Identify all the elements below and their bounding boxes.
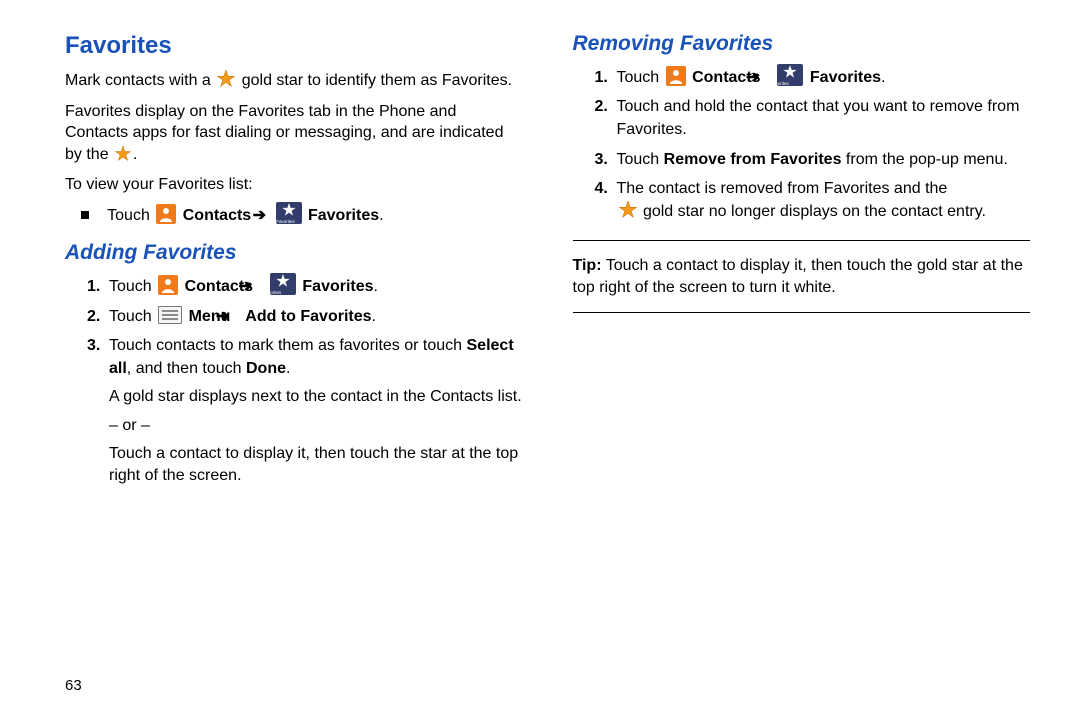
text: Touch xyxy=(617,69,664,86)
text: . xyxy=(372,308,376,325)
result-text: A gold star displays next to the contact… xyxy=(65,386,523,408)
favorites-tab-icon: Favorites xyxy=(777,64,803,86)
contacts-label: Contacts xyxy=(183,207,251,224)
horizontal-rule xyxy=(573,312,1031,313)
list-item: 1.Touch Contacts ➔ Favorites Favorites. xyxy=(87,273,523,298)
text: . xyxy=(133,146,137,163)
heading-removing-favorites: Removing Favorites xyxy=(573,32,1031,56)
intro-paragraph-2: Favorites display on the Favorites tab i… xyxy=(65,101,523,169)
step-number: 1. xyxy=(595,66,617,89)
tip-text: Touch a contact to display it, then touc… xyxy=(573,257,1023,296)
list-item: 3.Touch Remove from Favorites from the p… xyxy=(595,148,1031,171)
page-number: 63 xyxy=(65,677,82,694)
or-divider: – or – xyxy=(65,415,523,437)
text: Favorites xyxy=(270,290,296,295)
step-number: 2. xyxy=(87,305,109,328)
text: The contact is removed from Favorites an… xyxy=(617,180,948,197)
text: . xyxy=(374,278,378,295)
text: Mark contacts with a xyxy=(65,72,215,89)
removing-steps-list: 1.Touch Contacts ➔ Favorites Favorites. … xyxy=(573,64,1031,226)
step-number: 1. xyxy=(87,275,109,298)
arrow-icon: ➔ xyxy=(259,205,266,227)
add-to-favorites-label: Add to Favorites xyxy=(245,308,371,325)
contacts-icon xyxy=(158,275,178,295)
square-bullet-icon xyxy=(81,211,89,219)
favorites-label: Favorites xyxy=(302,278,373,295)
gold-star-icon xyxy=(115,146,131,169)
text: from the pop-up menu. xyxy=(841,151,1007,168)
step-number: 2. xyxy=(595,95,617,118)
text: . xyxy=(286,360,290,377)
gold-star-icon xyxy=(217,70,235,95)
favorites-label: Favorites xyxy=(810,69,881,86)
text: Touch xyxy=(109,278,156,295)
tip-label: Tip: xyxy=(573,257,602,274)
text: Touch xyxy=(107,207,154,224)
favorites-tab-icon: Favorites xyxy=(276,202,302,224)
intro-paragraph-3: To view your Favorites list: xyxy=(65,174,523,196)
menu-icon xyxy=(158,306,182,324)
view-favorites-bullet: Touch Contacts ➔ Favorites Favorites. xyxy=(65,202,523,227)
step-number: 4. xyxy=(595,177,617,200)
text: gold star no longer displays on the cont… xyxy=(643,203,986,220)
text: Touch xyxy=(109,308,156,325)
text: . xyxy=(881,69,885,86)
text: Touch contacts to mark them as favorites… xyxy=(109,337,467,354)
heading-favorites: Favorites xyxy=(65,32,523,60)
alternative-text: Touch a contact to display it, then touc… xyxy=(65,443,523,488)
text: , and then touch xyxy=(127,360,246,377)
text: gold star to identify them as Favorites. xyxy=(242,72,512,89)
intro-paragraph-1: Mark contacts with a gold star to identi… xyxy=(65,70,523,95)
favorites-tab-icon: Favorites xyxy=(270,273,296,295)
horizontal-rule xyxy=(573,240,1031,241)
contacts-icon xyxy=(666,66,686,86)
step-number: 3. xyxy=(595,148,617,171)
list-item: 4.The contact is removed from Favorites … xyxy=(595,177,1031,226)
text: . xyxy=(379,207,383,224)
list-item: 3.Touch contacts to mark them as favorit… xyxy=(87,334,523,380)
text: Favorites xyxy=(276,219,302,224)
text: Touch xyxy=(617,151,664,168)
done-label: Done xyxy=(246,360,286,377)
step-number: 3. xyxy=(87,334,109,357)
gold-star-icon xyxy=(619,201,637,226)
adding-steps-list: 1.Touch Contacts ➔ Favorites Favorites. … xyxy=(65,273,523,380)
list-item: 2.Touch Menu ➔ Add to Favorites. xyxy=(87,305,523,328)
contacts-icon xyxy=(156,204,176,224)
heading-adding-favorites: Adding Favorites xyxy=(65,241,523,265)
text: Touch and hold the contact that you want… xyxy=(617,98,1020,138)
list-item: 2.Touch and hold the contact that you wa… xyxy=(595,95,1031,141)
list-item: 1.Touch Contacts ➔ Favorites Favorites. xyxy=(595,64,1031,89)
remove-from-favorites-label: Remove from Favorites xyxy=(664,151,842,168)
tip-paragraph: Tip: Touch a contact to display it, then… xyxy=(573,255,1031,298)
text: Favorites xyxy=(777,81,803,86)
favorites-label: Favorites xyxy=(308,207,379,224)
